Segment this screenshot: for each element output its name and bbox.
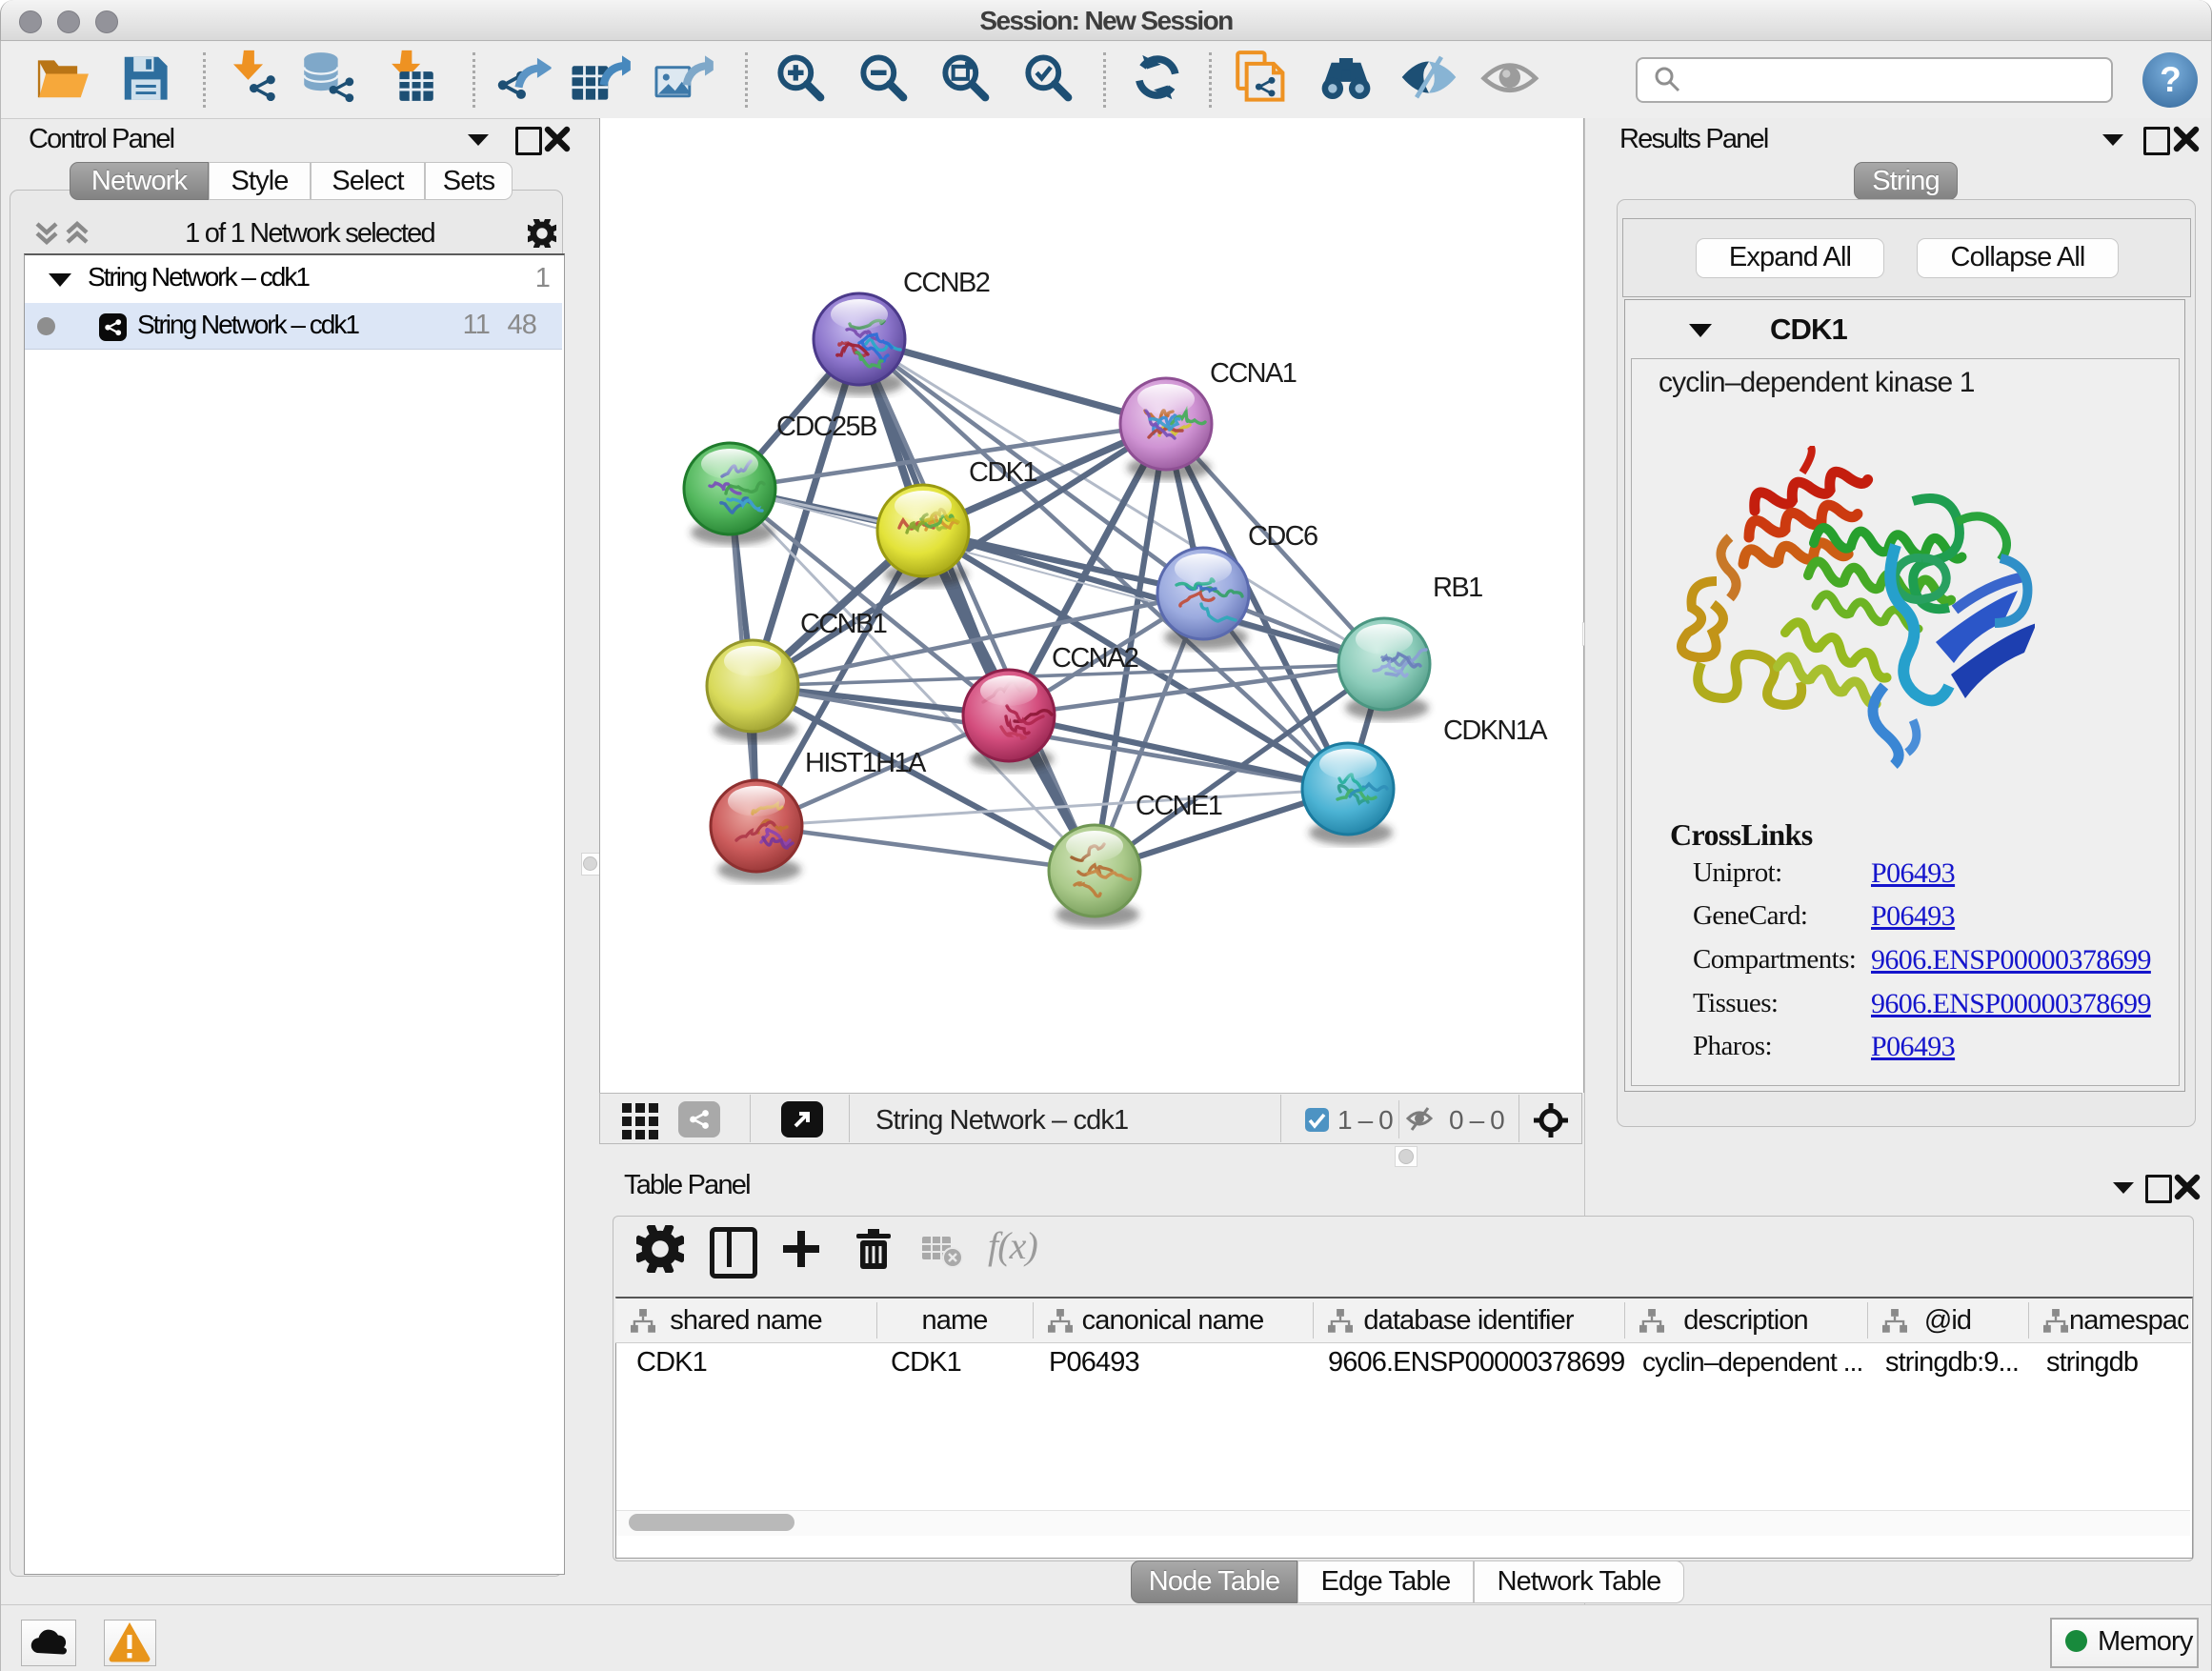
svg-text:RB1: RB1	[1433, 573, 1482, 603]
svg-text:CCNA2: CCNA2	[1052, 643, 1138, 674]
svg-text:CCNA1: CCNA1	[1210, 358, 1297, 389]
svg-text:CCNB1: CCNB1	[800, 609, 887, 639]
svg-text:CDK1: CDK1	[969, 457, 1036, 488]
svg-text:HIST1H1A: HIST1H1A	[805, 748, 927, 778]
svg-text:CDC6: CDC6	[1248, 521, 1317, 552]
svg-text:?: ?	[2160, 60, 2181, 99]
svg-text:CCNB2: CCNB2	[903, 268, 990, 298]
svg-text:CCNE1: CCNE1	[1136, 791, 1222, 821]
svg-text:CDC25B: CDC25B	[776, 412, 876, 442]
svg-text:CDKN1A: CDKN1A	[1443, 715, 1548, 746]
